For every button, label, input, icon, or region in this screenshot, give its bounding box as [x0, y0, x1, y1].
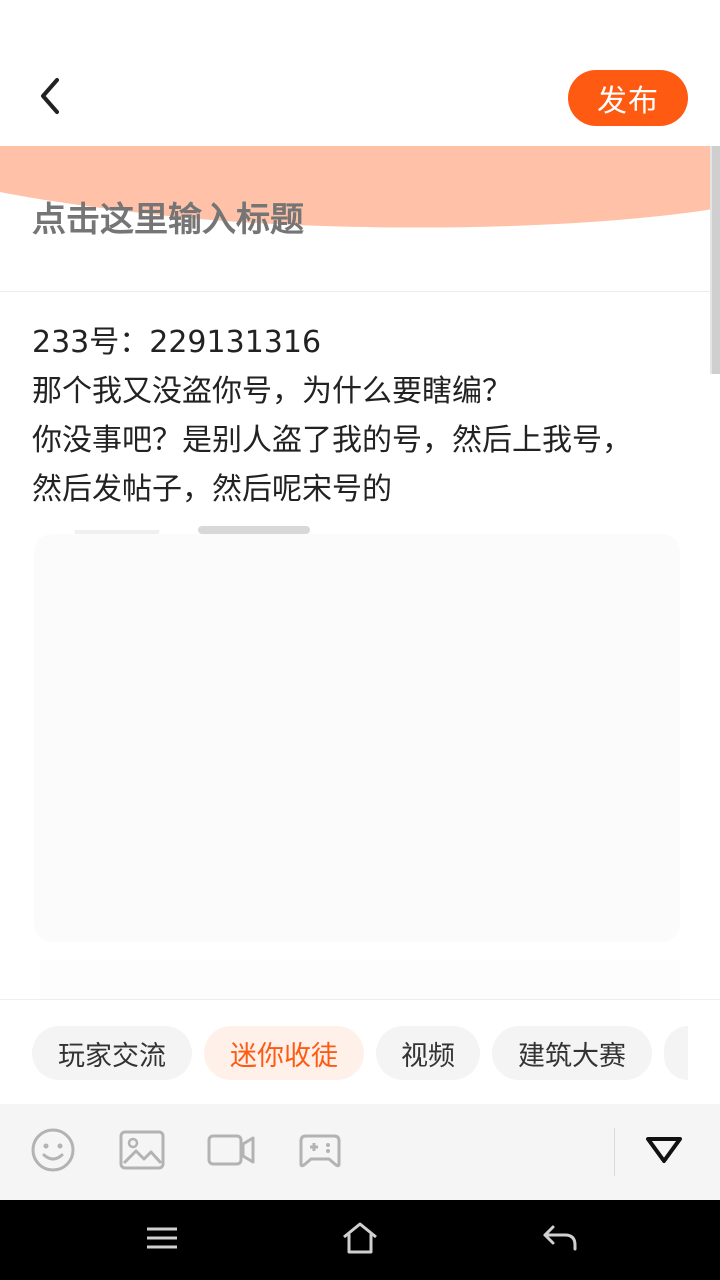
card-footer-area: [40, 960, 680, 1000]
embedded-card[interactable]: [34, 534, 680, 942]
toolbar-divider: [614, 1128, 615, 1176]
collapse-keyboard-button[interactable]: [640, 1128, 688, 1176]
system-back-button[interactable]: [540, 1220, 580, 1260]
post-body-input[interactable]: 233号：229131316 那个我又没盗你号，为什么要瞎编？ 你没事吧？是别人…: [32, 318, 702, 514]
body-line: 你没事吧？是别人盗了我的号，然后上我号，: [32, 423, 632, 458]
body-line: 233号：229131316: [32, 325, 322, 360]
title-divider: [0, 291, 720, 292]
video-button[interactable]: [207, 1128, 255, 1176]
title-input[interactable]: [32, 192, 692, 248]
back-button[interactable]: [28, 74, 72, 122]
body-line: 然后发帖子，然后呢宋号的: [32, 472, 392, 507]
body-line: 那个我又没盗你号，为什么要瞎编？: [32, 374, 512, 409]
game-button[interactable]: [296, 1128, 344, 1176]
scrollbar-thumb[interactable]: [712, 146, 720, 374]
card-title-placeholder: [198, 526, 310, 534]
topic-tags-bar: 玩家交流 迷你收徒 视频 建筑大赛: [0, 999, 720, 1104]
home-icon: [341, 1221, 379, 1259]
chevron-left-icon: [37, 76, 63, 120]
tag-overflow[interactable]: [664, 1026, 688, 1080]
publish-button[interactable]: 发布: [568, 70, 688, 126]
triangle-down-icon: [644, 1135, 684, 1169]
menu-icon: [145, 1225, 179, 1255]
gamepad-icon: [298, 1130, 342, 1174]
tag-video[interactable]: 视频: [376, 1026, 480, 1080]
image-icon: [119, 1130, 165, 1174]
back-arrow-icon: [541, 1223, 579, 1257]
home-button[interactable]: [340, 1220, 380, 1260]
system-nav-bar: [0, 1200, 720, 1280]
editor-toolbar: [0, 1104, 720, 1200]
emoji-icon: [30, 1127, 76, 1177]
image-button[interactable]: [118, 1128, 166, 1176]
video-icon: [207, 1132, 255, 1172]
emoji-button[interactable]: [29, 1128, 77, 1176]
top-bar: 发布: [0, 0, 720, 146]
tag-mini-apprentice[interactable]: 迷你收徒: [204, 1026, 364, 1080]
menu-button[interactable]: [142, 1220, 182, 1260]
tag-player-exchange[interactable]: 玩家交流: [32, 1026, 192, 1080]
tag-building-contest[interactable]: 建筑大赛: [492, 1026, 652, 1080]
